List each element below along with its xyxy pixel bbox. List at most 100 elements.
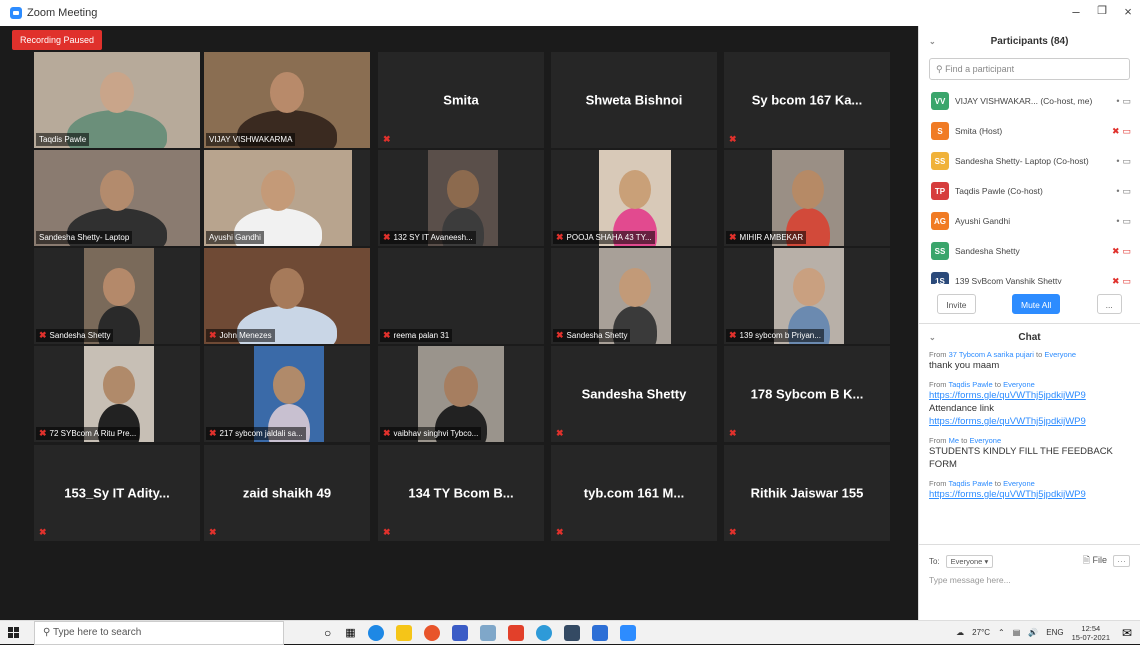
video-tile[interactable]: Taqdis Pawle	[34, 52, 200, 148]
weather-icon[interactable]: ☁	[956, 628, 964, 637]
firefox-icon[interactable]	[423, 624, 440, 641]
to-label: To:	[929, 556, 940, 566]
recipient-dropdown[interactable]: Everyone ▾	[945, 554, 994, 568]
participant-face	[270, 72, 304, 113]
video-tile[interactable]: ✖ MIHIR AMBEKAR	[724, 150, 890, 246]
cortana-icon[interactable]: ○	[324, 626, 331, 640]
participant-row[interactable]: TP Taqdis Pawle (Co-host) •▭	[919, 176, 1140, 206]
participant-name: 178 Sybcom B K...	[750, 386, 864, 402]
video-tile[interactable]: Sy bcom 167 Ka... ✖	[724, 52, 890, 148]
participant-row[interactable]: VV VIJAY VISHWAKAR... (Co-host, me) •▭	[919, 86, 1140, 116]
office-icon[interactable]	[507, 624, 524, 641]
chat-to-label: to	[961, 436, 968, 445]
temperature[interactable]: 27°C	[972, 628, 990, 637]
more-options-button[interactable]: ...	[1096, 293, 1122, 314]
zoom-taskbar-icon[interactable]	[591, 624, 608, 641]
video-tile[interactable]: 134 TY Bcom B... ✖	[378, 445, 544, 541]
photos-icon[interactable]	[563, 624, 580, 641]
calculator-icon[interactable]	[479, 624, 496, 641]
participant-name: 139 sybcom b Priyan...	[739, 331, 821, 340]
file-explorer-icon[interactable]	[395, 624, 412, 641]
chat-message-input[interactable]: Type message here...	[929, 575, 1130, 585]
chat-collapse-chevron-icon[interactable]: ⌄	[929, 333, 936, 342]
video-tile[interactable]: ✖ POOJA SHAHA 43 TY...	[551, 150, 717, 246]
windows-taskbar: ⚲ Type here to search ○ ▦ ☁ 27°C ⌃ ▤ 🔊 E…	[0, 620, 1140, 645]
video-tile[interactable]: Smita ✖	[378, 52, 544, 148]
video-tile[interactable]: tyb.com 161 M... ✖	[551, 445, 717, 541]
participant-row[interactable]: 1S 139 SyBcom Vanshik Shetty ✖▭	[919, 266, 1140, 284]
video-tile[interactable]: ✖ 72 SYBcom A Ritu Pre...	[34, 346, 200, 442]
participant-search-input[interactable]: ⚲ Find a participant	[929, 58, 1130, 80]
file-button[interactable]: 🗎 File	[1083, 553, 1107, 569]
mute-all-button[interactable]: Mute All	[1011, 293, 1061, 314]
chat-link[interactable]: https://forms.gle/quVWThj5jpdkijWP9	[929, 415, 1130, 428]
chat-link[interactable]: https://forms.gle/quVWThj5jpdkijWP9	[929, 389, 1130, 402]
close-icon[interactable]: ×	[1118, 4, 1138, 19]
participant-face	[270, 268, 304, 309]
mic-camera-status-icon[interactable]: •▭	[1116, 186, 1134, 197]
video-tile[interactable]: ✖ 139 sybcom b Priyan...	[724, 248, 890, 344]
chat-message: From 37 Tybcom A sarika pujari to Everyo…	[929, 350, 1130, 372]
participant-list-name: Smita (Host)	[955, 126, 1003, 136]
notifications-icon[interactable]: ✉	[1122, 626, 1132, 640]
video-tile[interactable]: ✖ Sandesha Shetty	[34, 248, 200, 344]
chat-sender: Taqdis Pawle	[948, 380, 993, 389]
participant-row[interactable]: S Smita (Host) ✖▭	[919, 116, 1140, 146]
restore-icon[interactable]: ❐	[1092, 4, 1112, 17]
participant-name-label: ✖ vaibhav singhvi Tybco...	[380, 427, 482, 440]
participant-row[interactable]: SS Sandesha Shetty- Laptop (Co-host) •▭	[919, 146, 1140, 176]
video-tile[interactable]: 153_Sy IT Adity... ✖	[34, 445, 200, 541]
video-tile[interactable]: ✖ reema palan 31	[378, 248, 544, 344]
store-icon[interactable]	[451, 624, 468, 641]
video-tile[interactable]: ✖ 132 SY IT Avaneesh...	[378, 150, 544, 246]
participant-name-label: ✖ 217 sybcom jaldali sa...	[206, 427, 306, 440]
windows-start-icon[interactable]	[0, 621, 26, 645]
avatar: SS	[931, 242, 949, 260]
mic-camera-status-icon[interactable]: ✖▭	[1112, 126, 1134, 137]
invite-button[interactable]: Invite	[937, 293, 976, 314]
collapse-chevron-icon[interactable]: ⌄	[929, 37, 936, 46]
chat-more-button[interactable]: ···	[1113, 555, 1130, 567]
search-icon: ⚲	[43, 626, 51, 638]
video-tile[interactable]: Rithik Jaiswar 155 ✖	[724, 445, 890, 541]
taskbar-search-input[interactable]: ⚲ Type here to search	[34, 620, 284, 645]
mic-camera-status-icon[interactable]: •▭	[1116, 216, 1134, 227]
chat-link[interactable]: https://forms.gle/quVWThj5jpdkijWP9	[929, 488, 1130, 501]
chat-message: From Taqdis Pawle to Everyone https://for…	[929, 479, 1130, 501]
mic-camera-status-icon[interactable]: •▭	[1116, 156, 1134, 167]
video-tile[interactable]: Ayushi Gandhi	[204, 150, 370, 246]
video-tile[interactable]: ✖ John Menezes	[204, 248, 370, 344]
video-tile[interactable]: Shweta Bishnoi	[551, 52, 717, 148]
clock-date: 15-07-2021	[1071, 632, 1110, 642]
chat-text: Attendance link	[929, 403, 994, 414]
mic-camera-status-icon[interactable]: ✖▭	[1112, 246, 1134, 257]
video-tile[interactable]: Sandesha Shetty ✖	[551, 346, 717, 442]
participant-row[interactable]: AG Ayushi Gandhi •▭	[919, 206, 1140, 236]
video-tile[interactable]: ✖ 217 sybcom jaldali sa...	[204, 346, 370, 442]
video-tile[interactable]: zaid shaikh 49 ✖	[204, 445, 370, 541]
video-tile[interactable]: ✖ Sandesha Shetty	[551, 248, 717, 344]
volume-icon[interactable]: 🔊	[1028, 628, 1038, 637]
participant-name-label: Sandesha Shetty- Laptop	[36, 231, 133, 244]
participant-row[interactable]: SS Sandesha Shetty ✖▭	[919, 236, 1140, 266]
language-indicator[interactable]: ENG	[1046, 628, 1063, 637]
network-icon[interactable]: ▤	[1013, 628, 1021, 637]
video-tile[interactable]: VIJAY VISHWAKARMA	[204, 52, 370, 148]
task-view-icon[interactable]: ▦	[345, 626, 355, 639]
tray-expand-icon[interactable]: ⌃	[998, 628, 1005, 637]
mic-camera-status-icon[interactable]: ✖▭	[1112, 276, 1134, 285]
video-tile[interactable]: ✖ vaibhav singhvi Tybco...	[378, 346, 544, 442]
video-tile[interactable]: 178 Sybcom B K... ✖	[724, 346, 890, 442]
edge-browser-icon[interactable]	[367, 624, 384, 641]
participant-face	[793, 268, 825, 306]
participant-list: VV VIJAY VISHWAKAR... (Co-host, me) •▭ S Smi…	[919, 86, 1140, 284]
mic-camera-status-icon[interactable]: •▭	[1116, 96, 1134, 107]
chrome-icon[interactable]	[535, 624, 552, 641]
zoom-meeting-taskbar-icon[interactable]	[619, 624, 636, 641]
clock[interactable]: 12:54 15-07-2021	[1072, 624, 1110, 642]
chat-recipient: Everyone	[1003, 479, 1035, 488]
video-tile[interactable]: Sandesha Shetty- Laptop	[34, 150, 200, 246]
recording-paused-badge[interactable]: Recording Paused	[12, 30, 103, 50]
minimize-icon[interactable]: –	[1066, 4, 1086, 19]
participant-name-label: ✖ 139 sybcom b Priyan...	[726, 329, 824, 342]
